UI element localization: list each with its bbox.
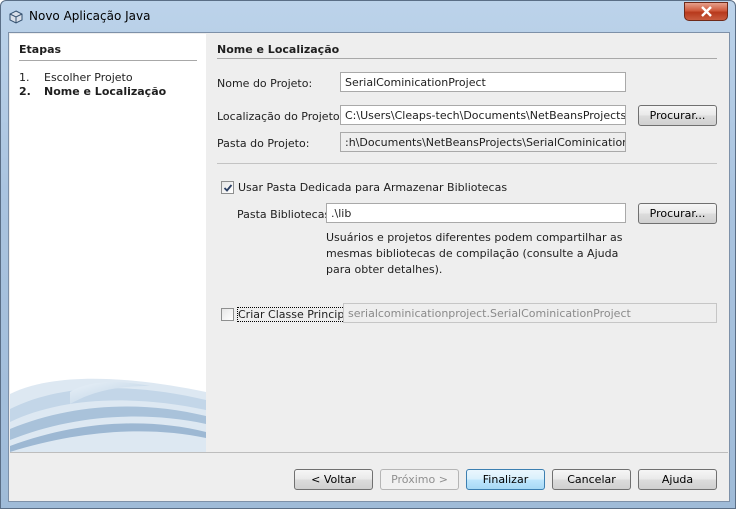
checkmark-icon [223, 184, 233, 192]
title-bar[interactable]: Novo Aplicação Java [1, 1, 735, 31]
step-label: Nome e Localização [44, 85, 167, 98]
browse-libraries-button[interactable]: Procurar... [638, 203, 717, 224]
options-divider [217, 163, 717, 164]
project-name-input[interactable]: SerialCominicationProject [340, 72, 626, 92]
main-class-input[interactable]: serialcominicationproject.SerialCominica… [343, 303, 717, 323]
dedicated-folder-label[interactable]: Usar Pasta Dedicada para Armazenar Bibli… [238, 181, 507, 194]
dialog-body: Etapas 1. Escolher Projeto 2. Nome e Local… [8, 32, 730, 502]
next-button[interactable]: Próximo > [380, 469, 459, 490]
button-bar-divider [10, 452, 728, 453]
browse-location-button[interactable]: Procurar... [638, 105, 717, 126]
libraries-folder-label: Pasta Bibliotecas: [237, 208, 334, 221]
step-number: 2. [19, 85, 31, 98]
dialog-window: Novo Aplicação Java Etapas 1. Escolher Pr… [0, 0, 736, 509]
steps-title: Etapas [19, 43, 62, 56]
project-folder-label: Pasta do Projeto: [217, 137, 310, 150]
libraries-folder-input[interactable]: .\lib [326, 203, 626, 223]
project-location-input[interactable]: C:\Users\Cleaps-tech\Documents\NetBeansP… [340, 105, 626, 125]
create-main-class-checkbox[interactable] [221, 308, 234, 321]
java-app-icon [9, 10, 23, 24]
cancel-button[interactable]: Cancelar [552, 469, 631, 490]
close-button[interactable] [684, 2, 728, 21]
help-button[interactable]: Ajuda [638, 469, 717, 490]
section-title: Nome e Localização [217, 43, 340, 56]
project-name-label: Nome do Projeto: [217, 77, 313, 90]
section-divider [217, 58, 717, 59]
project-location-label: Localização do Projeto: [217, 110, 344, 123]
step-name-location: 2. Nome e Localização [19, 85, 166, 98]
finish-button[interactable]: Finalizar [466, 469, 545, 490]
step-number: 1. [19, 71, 30, 84]
back-button[interactable]: < Voltar [294, 469, 373, 490]
window-title: Novo Aplicação Java [29, 9, 151, 23]
libraries-help-text: Usuários e projetos diferentes podem com… [326, 231, 623, 276]
name-location-panel: Nome e Localização Nome do Projeto: Seri… [206, 34, 728, 452]
project-folder-field[interactable]: :h\Documents\NetBeansProjects\SerialComi… [340, 132, 626, 152]
steps-divider [19, 60, 197, 61]
step-choose-project: 1. Escolher Projeto [19, 71, 133, 84]
steps-panel: Etapas 1. Escolher Projeto 2. Nome e Local… [10, 34, 206, 452]
wizard-decoration-image [10, 378, 206, 452]
step-label: Escolher Projeto [44, 71, 133, 84]
close-icon [701, 6, 712, 17]
create-main-class-label[interactable]: Criar Classe Principal [236, 307, 356, 322]
dedicated-folder-checkbox[interactable] [221, 181, 234, 194]
